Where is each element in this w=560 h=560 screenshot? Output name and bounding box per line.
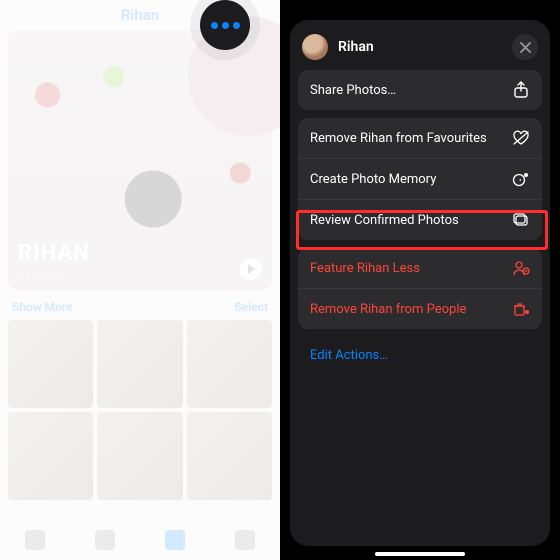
menu-remove-favourites[interactable]: Remove Rihan from Favourites xyxy=(298,118,542,158)
close-icon xyxy=(520,42,531,53)
person-minus-icon xyxy=(512,259,530,277)
stack-icon xyxy=(512,211,530,229)
sheet-header: Rihan xyxy=(298,30,542,70)
menu-label: Remove Rihan from Favourites xyxy=(310,131,487,146)
menu-remove-from-people[interactable]: Remove Rihan from People xyxy=(298,288,542,329)
trash-person-icon xyxy=(512,300,530,318)
close-button[interactable] xyxy=(512,34,538,60)
ellipsis-icon xyxy=(211,22,240,29)
share-icon xyxy=(512,81,530,99)
home-indicator xyxy=(375,552,465,556)
menu-label: Remove Rihan from People xyxy=(310,302,466,317)
menu-feature-less[interactable]: Feature Rihan Less xyxy=(298,248,542,288)
more-button[interactable] xyxy=(200,0,250,50)
photos-person-screen: Rihan RIHAN 15 Photos Show More Select xyxy=(0,0,280,560)
menu-label: Feature Rihan Less xyxy=(310,261,420,276)
action-sheet: Rihan Share Photos… Remove Rihan from Fa… xyxy=(290,20,550,546)
heart-slash-icon xyxy=(512,129,530,147)
edit-actions-link[interactable]: Edit Actions… xyxy=(298,337,542,374)
menu-label: Create Photo Memory xyxy=(310,172,436,187)
menu-label: Share Photos… xyxy=(310,83,396,98)
menu-create-memory[interactable]: Create Photo Memory xyxy=(298,158,542,199)
memory-icon xyxy=(512,170,530,188)
menu-label: Review Confirmed Photos xyxy=(310,213,459,228)
menu-review-photos[interactable]: Review Confirmed Photos xyxy=(298,199,542,240)
action-sheet-screen: Rihan Share Photos… Remove Rihan from Fa… xyxy=(280,0,560,560)
person-avatar-icon xyxy=(302,34,328,60)
menu-share-photos[interactable]: Share Photos… xyxy=(298,70,542,110)
sheet-title: Rihan xyxy=(338,39,502,55)
